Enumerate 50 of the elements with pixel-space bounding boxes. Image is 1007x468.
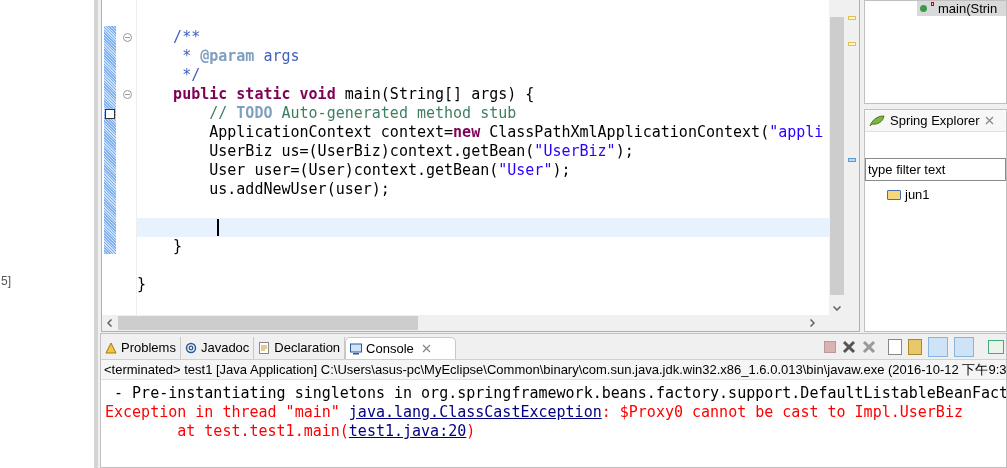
terminate-icon[interactable] [824, 341, 836, 353]
clear-console-icon[interactable] [888, 339, 902, 355]
scroll-lock-icon[interactable] [908, 339, 922, 355]
scroll-left-icon[interactable] [107, 319, 112, 327]
document-icon [258, 342, 271, 354]
code-line: UserBiz us=(UserBiz)context.getBean("UserBiz"); [208, 142, 634, 160]
code-line: public static void main(String[] args) { [172, 85, 535, 103]
code-line: // TODO Auto-generated method stub [208, 104, 517, 122]
display-console-icon[interactable] [954, 337, 974, 357]
console-line: at test.test1.main(test1.java:20) [176, 422, 477, 441]
scroll-thumb[interactable] [830, 17, 844, 295]
code-line: * @param args [181, 47, 300, 65]
task-marker[interactable] [848, 158, 856, 162]
code-line: } [172, 237, 183, 255]
view-tab[interactable]: Console [345, 337, 456, 359]
method-icon [920, 5, 927, 12]
code-line: us.addNewUser(user); [208, 180, 390, 198]
monitor-icon [350, 342, 363, 355]
close-icon[interactable] [421, 344, 431, 353]
remove-all-icon[interactable] [862, 340, 876, 354]
close-icon[interactable] [984, 116, 994, 125]
code-line: */ [181, 66, 201, 84]
filter-field[interactable]: type filter text [865, 158, 1006, 181]
leaf-icon [869, 114, 885, 127]
open-console-icon[interactable] [988, 340, 1004, 354]
folder-icon [887, 189, 901, 200]
tree-item[interactable]: jun1 [887, 185, 1006, 205]
code-line: } [137, 275, 147, 293]
warning-icon [105, 342, 117, 354]
scroll-right-icon[interactable] [810, 319, 815, 327]
warning-marker[interactable] [848, 16, 856, 20]
code-line: ApplicationContext context=new ClassPathXmlApplicationContext("appli [208, 123, 824, 141]
console-line: - Pre-instantiating singletons in org.springframework.beans.factory.support.DefaultListableBeanFact [113, 384, 1006, 403]
console-line: Exception in thread "main" java.lang.ClassCastException: $Proxy0 cannot be cast to Impl.UserBiz [105, 403, 964, 422]
scroll-down-icon[interactable] [833, 306, 841, 311]
pin-console-icon[interactable] [928, 337, 948, 357]
process-description: <terminated> test1 [Java Application] C:\Users\asus-pc\MyEclipse\Common\binary\com.sun.java.jdk.win32.x86_1.6.0.013\bin\javaw.exe (2016-10-12 下午9:3 [101, 360, 1006, 380]
vertical-scrollbar[interactable] [829, 0, 845, 315]
view-tab[interactable]: Spring Explorer [865, 110, 1006, 132]
code-editor[interactable] [101, 0, 860, 332]
horizontal-scrollbar[interactable] [102, 315, 859, 331]
text-cursor [217, 219, 219, 236]
code-line: /** [172, 28, 201, 46]
scroll-thumb[interactable] [118, 316, 418, 330]
outline-item[interactable]: main(Strin [917, 1, 1006, 16]
warning-marker[interactable] [848, 42, 856, 46]
code-line: User user=(User)context.getBean("User"); [208, 161, 571, 179]
remove-launch-icon[interactable] [842, 340, 856, 354]
panel-text: 5] [1, 273, 12, 290]
static-mark-icon [931, 2, 934, 6]
